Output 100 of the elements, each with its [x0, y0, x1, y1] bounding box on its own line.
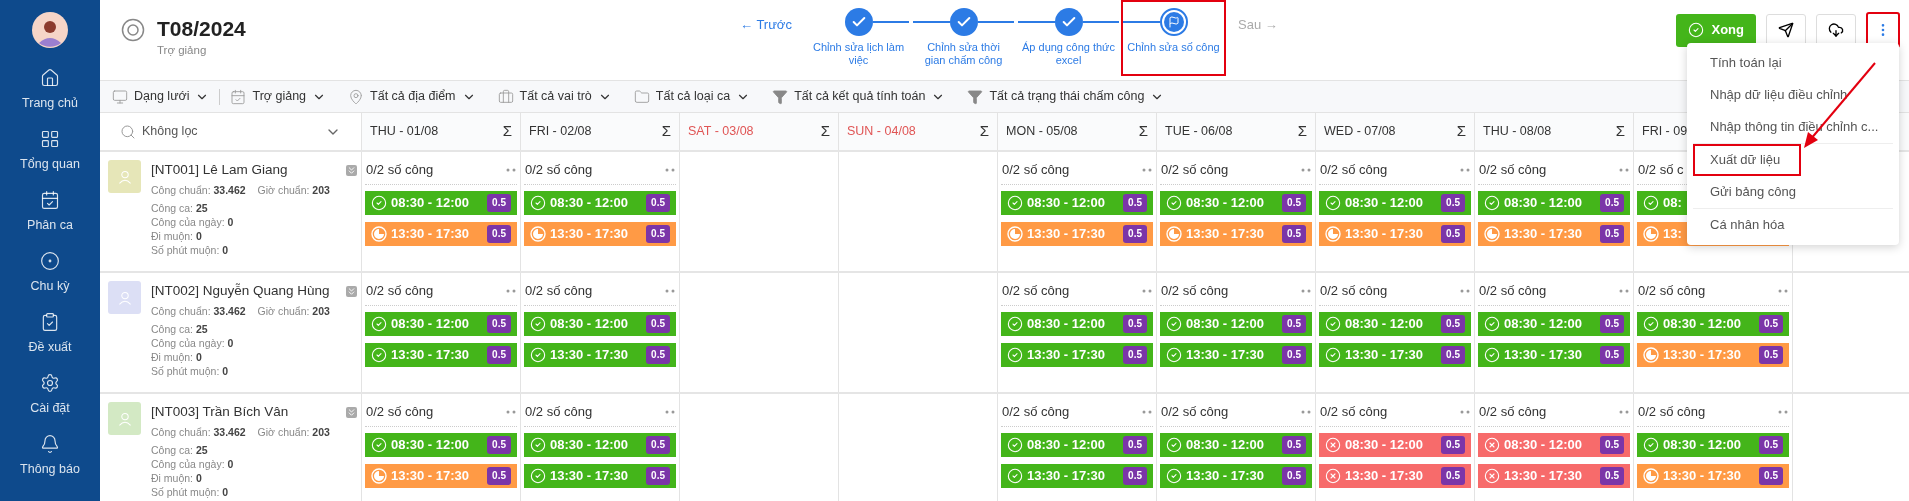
shift-bar[interactable]: 08:30 - 12:00 0.5: [1160, 190, 1312, 215]
shift-bar[interactable]: 13:30 - 17:30 0.5: [1478, 342, 1630, 367]
more-icon[interactable]: [1619, 288, 1629, 293]
shift-bar[interactable]: 08:30 - 12:00 0.5: [1478, 190, 1630, 215]
more-icon[interactable]: [1301, 409, 1311, 414]
shift-bar[interactable]: 13:30 - 17:30 0.5: [1478, 463, 1630, 488]
sum-sign[interactable]: Σ: [1456, 120, 1466, 143]
shift-bar[interactable]: 08:30 - 12:00 0.5: [1001, 190, 1153, 215]
more-icon[interactable]: [1460, 167, 1470, 172]
shift-bar[interactable]: 08:30 - 12:00 0.5: [1319, 190, 1471, 215]
step[interactable]: Chỉnh sửa thời gian chấm công: [911, 0, 1016, 76]
shift-bar[interactable]: 13:30 - 17:30 0.5: [1001, 221, 1153, 246]
more-icon[interactable]: [506, 167, 516, 172]
more-icon[interactable]: [506, 409, 516, 414]
shift-bar[interactable]: 08:30 - 12:00 0.5: [1478, 432, 1630, 457]
shift-bar[interactable]: 08:30 - 12:00 0.5: [365, 190, 517, 215]
avatar[interactable]: [32, 12, 68, 48]
shift-bar[interactable]: 08:30 - 12:00 0.5: [1319, 432, 1471, 457]
shift-bar[interactable]: 08:30 - 12:00 0.5: [1319, 311, 1471, 336]
filter-dropdown[interactable]: Dạng lưới: [112, 87, 210, 106]
sidebar-item[interactable]: Trang chủ: [22, 60, 78, 121]
shift-bar[interactable]: 13:30 - 17:30 0.5: [1001, 342, 1153, 367]
menu-item[interactable]: Cá nhân hóa: [1693, 209, 1893, 241]
more-icon[interactable]: [1619, 409, 1629, 414]
menu-item[interactable]: Nhập dữ liệu điều chỉnh: [1693, 79, 1893, 111]
more-icon[interactable]: [1778, 288, 1788, 293]
shift-bar[interactable]: 13:30 - 17:30 0.5: [365, 463, 517, 488]
filter-dropdown[interactable]: Tất cả địa điểm: [348, 87, 476, 106]
more-icon[interactable]: [665, 409, 675, 414]
shift-bar[interactable]: 08:30 - 12:00 0.5: [1001, 432, 1153, 457]
shift-bar[interactable]: 13:30 - 17:30 0.5: [1160, 342, 1312, 367]
menu-item[interactable]: Nhập thông tin điều chỉnh c...: [1693, 111, 1893, 143]
shift-bar[interactable]: 13:30 - 17:30 0.5: [1637, 342, 1789, 367]
shift-bar[interactable]: 08:30 - 12:00 0.5: [1478, 311, 1630, 336]
shift-bar[interactable]: 08:30 - 12:00 0.5: [1160, 432, 1312, 457]
filter-dropdown[interactable]: Tất cả kết quả tính toán: [772, 87, 946, 106]
shift-bar[interactable]: 08:30 - 12:00 0.5: [365, 432, 517, 457]
filter-dropdown[interactable]: Tất cả loại ca: [633, 87, 751, 106]
shift-bar[interactable]: 13:30 - 17:30 0.5: [1160, 463, 1312, 488]
shift-bar[interactable]: 13:30 - 17:30 0.5: [1478, 221, 1630, 246]
employee-name[interactable]: [NT001] Lê Lam Giang: [151, 160, 288, 181]
filter-dropdown[interactable]: Tất cả trạng thái chấm công: [967, 87, 1165, 106]
sum-sign[interactable]: Σ: [1297, 120, 1307, 143]
shift-bar[interactable]: 08:30 - 12:00 0.5: [1160, 311, 1312, 336]
shift-bar[interactable]: 13:30 - 17:30 0.5: [524, 463, 676, 488]
more-icon[interactable]: [1778, 409, 1788, 414]
shift-bar[interactable]: 13:30 - 17:30 0.5: [1319, 463, 1471, 488]
sidebar-item[interactable]: Chu kỳ: [30, 243, 70, 304]
shift-bar[interactable]: 08:30 - 12:00 0.5: [1637, 432, 1789, 457]
menu-item[interactable]: Tính toán lại: [1693, 47, 1893, 79]
shift-bar[interactable]: 13:30 - 17:30 0.5: [1001, 463, 1153, 488]
shift-bar[interactable]: 08:30 - 12:00 0.5: [1637, 311, 1789, 336]
shift-bar[interactable]: 08:30 - 12:00 0.5: [1001, 311, 1153, 336]
sidebar-item[interactable]: Cài đặt: [30, 365, 70, 426]
sidebar-item[interactable]: Phân ca: [27, 182, 73, 243]
menu-item[interactable]: Gửi bảng công: [1693, 176, 1893, 208]
filter-select[interactable]: Không lọc: [100, 113, 362, 150]
shift-bar[interactable]: 08:30 - 12:00 0.5: [524, 311, 676, 336]
sum-sign[interactable]: Σ: [1138, 120, 1148, 143]
more-icon[interactable]: [1142, 167, 1152, 172]
shift-bar[interactable]: 13:30 - 17:30 0.5: [1637, 463, 1789, 488]
collapse-icon[interactable]: [346, 285, 357, 297]
more-icon[interactable]: [1460, 409, 1470, 414]
filter-dropdown[interactable]: Trợ giảng: [230, 87, 327, 106]
sidebar-item[interactable]: Đề xuất: [28, 304, 72, 365]
step[interactable]: Chỉnh sửa lịch làm việc: [806, 0, 911, 76]
sidebar-item[interactable]: Thông báo: [20, 426, 80, 487]
filter-dropdown[interactable]: Tất cả vai trò: [497, 87, 612, 106]
shift-bar[interactable]: 08:30 - 12:00 0.5: [524, 432, 676, 457]
sum-sign[interactable]: Σ: [502, 120, 512, 143]
more-icon[interactable]: [1301, 167, 1311, 172]
shift-bar[interactable]: 13:30 - 17:30 0.5: [1319, 221, 1471, 246]
more-icon[interactable]: [1460, 288, 1470, 293]
sum-sign[interactable]: Σ: [661, 120, 671, 143]
step[interactable]: Áp dụng công thức excel: [1016, 0, 1121, 76]
shift-bar[interactable]: 08:30 - 12:00 0.5: [365, 311, 517, 336]
sum-sign[interactable]: Σ: [979, 120, 989, 143]
more-icon[interactable]: [665, 167, 675, 172]
menu-item[interactable]: Xuất dữ liệu: [1693, 144, 1801, 176]
collapse-icon[interactable]: [346, 406, 357, 418]
more-icon[interactable]: [1301, 288, 1311, 293]
shift-bar[interactable]: 13:30 - 17:30 0.5: [1160, 221, 1312, 246]
shift-bar[interactable]: 08:30 - 12:00 0.5: [524, 190, 676, 215]
shift-bar[interactable]: 13:30 - 17:30 0.5: [365, 221, 517, 246]
step[interactable]: Chỉnh sửa số công: [1121, 0, 1226, 76]
previous-link[interactable]: ← Trước: [740, 15, 806, 35]
sum-sign[interactable]: Σ: [820, 120, 830, 143]
more-icon[interactable]: [665, 288, 675, 293]
employee-name[interactable]: [NT003] Trần Bích Vân: [151, 402, 289, 423]
collapse-icon[interactable]: [346, 164, 357, 176]
shift-bar[interactable]: 13:30 - 17:30 0.5: [1319, 342, 1471, 367]
more-icon[interactable]: [506, 288, 516, 293]
more-icon[interactable]: [1619, 167, 1629, 172]
shift-bar[interactable]: 13:30 - 17:30 0.5: [524, 342, 676, 367]
more-icon[interactable]: [1142, 288, 1152, 293]
shift-bar[interactable]: 13:30 - 17:30 0.5: [524, 221, 676, 246]
employee-name[interactable]: [NT002] Nguyễn Quang Hùng: [151, 281, 330, 302]
more-icon[interactable]: [1142, 409, 1152, 414]
shift-bar[interactable]: 13:30 - 17:30 0.5: [365, 342, 517, 367]
sum-sign[interactable]: Σ: [1615, 120, 1625, 143]
